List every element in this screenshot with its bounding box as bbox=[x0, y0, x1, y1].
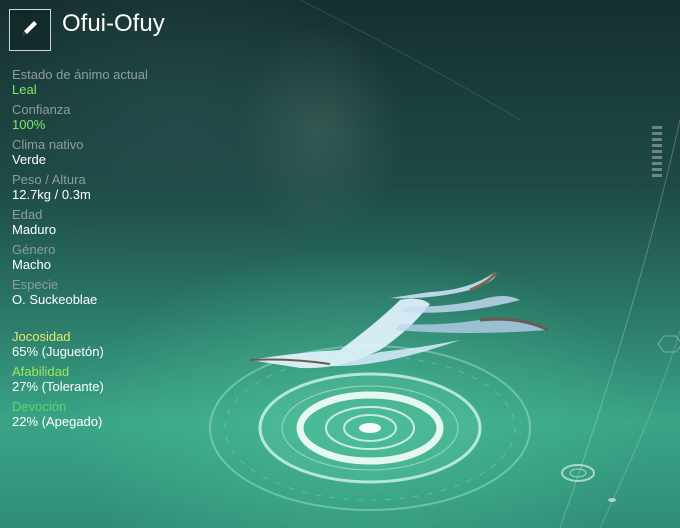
stat-label: Clima nativo bbox=[12, 137, 84, 152]
stats-panel: Estado de ánimo actual Leal Confianza 10… bbox=[12, 67, 252, 312]
stat-age: Edad Maduro bbox=[12, 207, 252, 238]
stat-gender: Género Macho bbox=[12, 242, 252, 273]
trait-kindness: Afabilidad 27% (Tolerante) bbox=[12, 364, 252, 395]
trait-value: 65% (Juguetón) bbox=[12, 344, 104, 359]
stat-value: 100% bbox=[12, 117, 46, 132]
trait-value: 27% (Tolerante) bbox=[12, 379, 104, 394]
trait-label: Jocosidad bbox=[12, 329, 71, 344]
stat-label: Género bbox=[12, 242, 56, 257]
scroll-indicator bbox=[652, 126, 662, 180]
stat-label: Edad bbox=[12, 207, 43, 222]
trait-label: Devoción bbox=[12, 399, 67, 414]
stat-label: Peso / Altura bbox=[12, 172, 86, 187]
stat-label: Especie bbox=[12, 277, 59, 292]
stat-value: O. Suckeoblae bbox=[12, 292, 98, 307]
trait-devotion: Devoción 22% (Apegado) bbox=[12, 399, 252, 430]
stat-climate: Clima nativo Verde bbox=[12, 137, 252, 168]
stat-mood: Estado de ánimo actual Leal bbox=[12, 67, 252, 98]
stat-label: Confianza bbox=[12, 102, 71, 117]
stat-value: Verde bbox=[12, 152, 46, 167]
stat-value: Macho bbox=[12, 257, 52, 272]
stat-value: Maduro bbox=[12, 222, 57, 237]
pencil-icon bbox=[19, 17, 41, 44]
stat-trust: Confianza 100% bbox=[12, 102, 252, 133]
traits-panel: Jocosidad 65% (Juguetón) Afabilidad 27% … bbox=[12, 329, 252, 434]
creature-model bbox=[249, 271, 549, 369]
rename-button[interactable] bbox=[9, 9, 51, 51]
stat-value: Leal bbox=[12, 82, 37, 97]
trait-label: Afabilidad bbox=[12, 364, 70, 379]
stat-label: Estado de ánimo actual bbox=[12, 67, 148, 82]
trait-playfulness: Jocosidad 65% (Juguetón) bbox=[12, 329, 252, 360]
stat-weight-height: Peso / Altura 12.7kg / 0.3m bbox=[12, 172, 252, 203]
stat-value: 12.7kg / 0.3m bbox=[12, 187, 91, 202]
trait-value: 22% (Apegado) bbox=[12, 414, 103, 429]
creature-name: Ofui-Ofuy bbox=[62, 10, 165, 37]
stat-species: Especie O. Suckeoblae bbox=[12, 277, 252, 308]
